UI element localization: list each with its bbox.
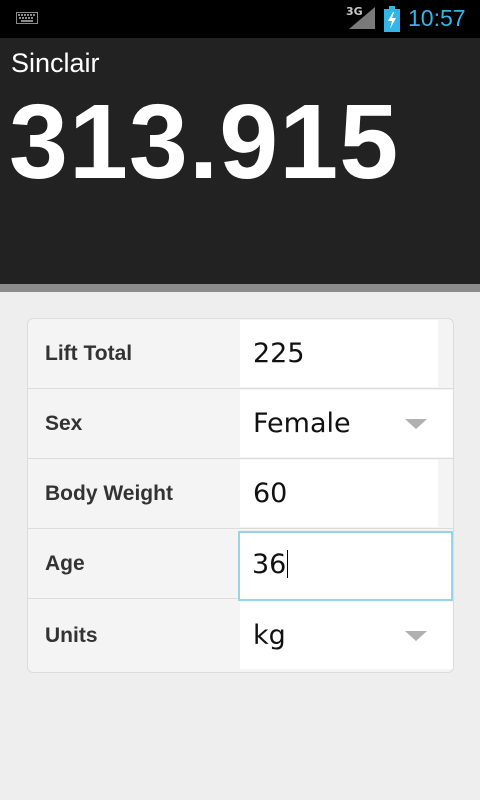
age-label: Age [45,552,85,575]
sex-label: Sex [45,412,83,435]
lift-total-value: 225 [253,338,305,369]
result-header: Sinclair 313.915 [0,38,480,284]
status-bar: 3G 10:57 [0,0,480,38]
body-weight-field[interactable]: 60 [240,460,438,527]
battery-charging-icon [384,6,400,32]
status-clock: 10:57 [408,5,466,31]
units-value: kg [253,620,286,651]
chevron-down-icon [405,419,427,429]
age-field[interactable]: 36 [238,531,453,601]
row-sex: Sex Female [28,389,453,459]
row-lift-total: Lift Total 225 [28,319,453,389]
chevron-down-icon [405,631,427,641]
age-value: 36 [252,549,287,580]
keyboard-icon [16,12,38,24]
header-divider [0,284,480,292]
result-value: 313.915 [9,83,400,201]
sex-dropdown[interactable]: Female [240,390,453,457]
sex-value: Female [253,408,351,439]
lift-total-field[interactable]: 225 [240,320,438,387]
units-dropdown[interactable]: kg [240,602,453,669]
body-weight-label: Body Weight [45,482,173,505]
text-cursor [287,549,289,578]
units-label: Units [45,624,98,647]
body-weight-value: 60 [253,478,288,509]
row-units: Units kg [28,601,453,671]
lift-total-label: Lift Total [45,342,133,365]
result-title: Sinclair [11,48,100,78]
input-form: Lift Total 225 Sex Female Body Weight 60… [27,318,454,673]
row-body-weight: Body Weight 60 [28,459,453,529]
signal-icon [349,7,375,29]
